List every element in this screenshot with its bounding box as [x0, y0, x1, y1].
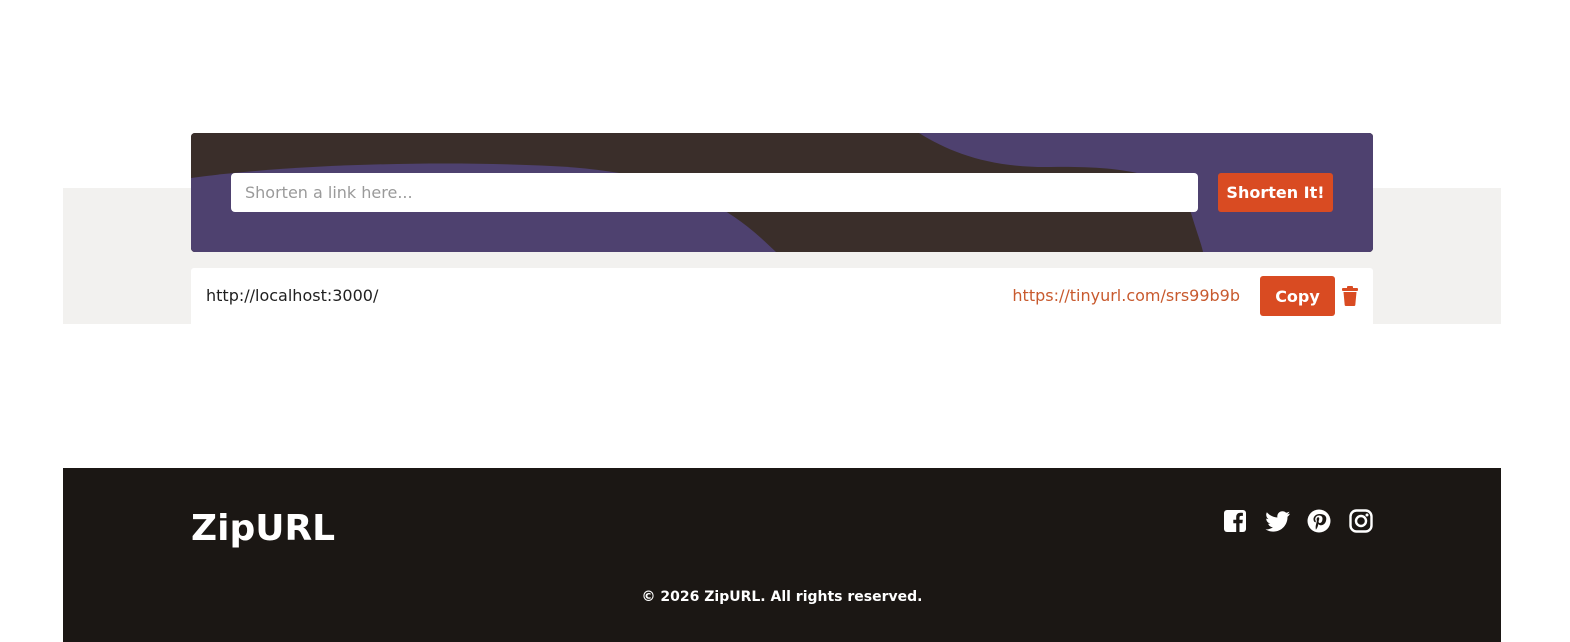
- twitter-icon[interactable]: [1265, 509, 1290, 533]
- pinterest-icon[interactable]: [1307, 509, 1331, 533]
- short-url-link[interactable]: https://tinyurl.com/srs99b9b: [1012, 286, 1240, 305]
- page: Shorten It! http://localhost:3000/ https…: [0, 0, 1570, 642]
- copyright-text: © 2026 ZipURL. All rights reserved.: [641, 589, 923, 605]
- social-links: [1223, 508, 1373, 534]
- footer: ZipURL © 2026 ZipURL. All rights reserve…: [63, 468, 1501, 642]
- footer-brand: ZipURL: [191, 508, 336, 549]
- trash-icon[interactable]: [1342, 286, 1358, 306]
- shorten-card: Shorten It!: [191, 133, 1373, 252]
- instagram-icon[interactable]: [1349, 509, 1373, 533]
- shorten-button[interactable]: Shorten It!: [1218, 173, 1333, 212]
- original-url: http://localhost:3000/: [206, 286, 379, 305]
- facebook-icon[interactable]: [1223, 509, 1247, 533]
- result-row: http://localhost:3000/ https://tinyurl.c…: [191, 268, 1373, 324]
- copy-button[interactable]: Copy: [1260, 276, 1335, 316]
- url-input[interactable]: [231, 173, 1198, 212]
